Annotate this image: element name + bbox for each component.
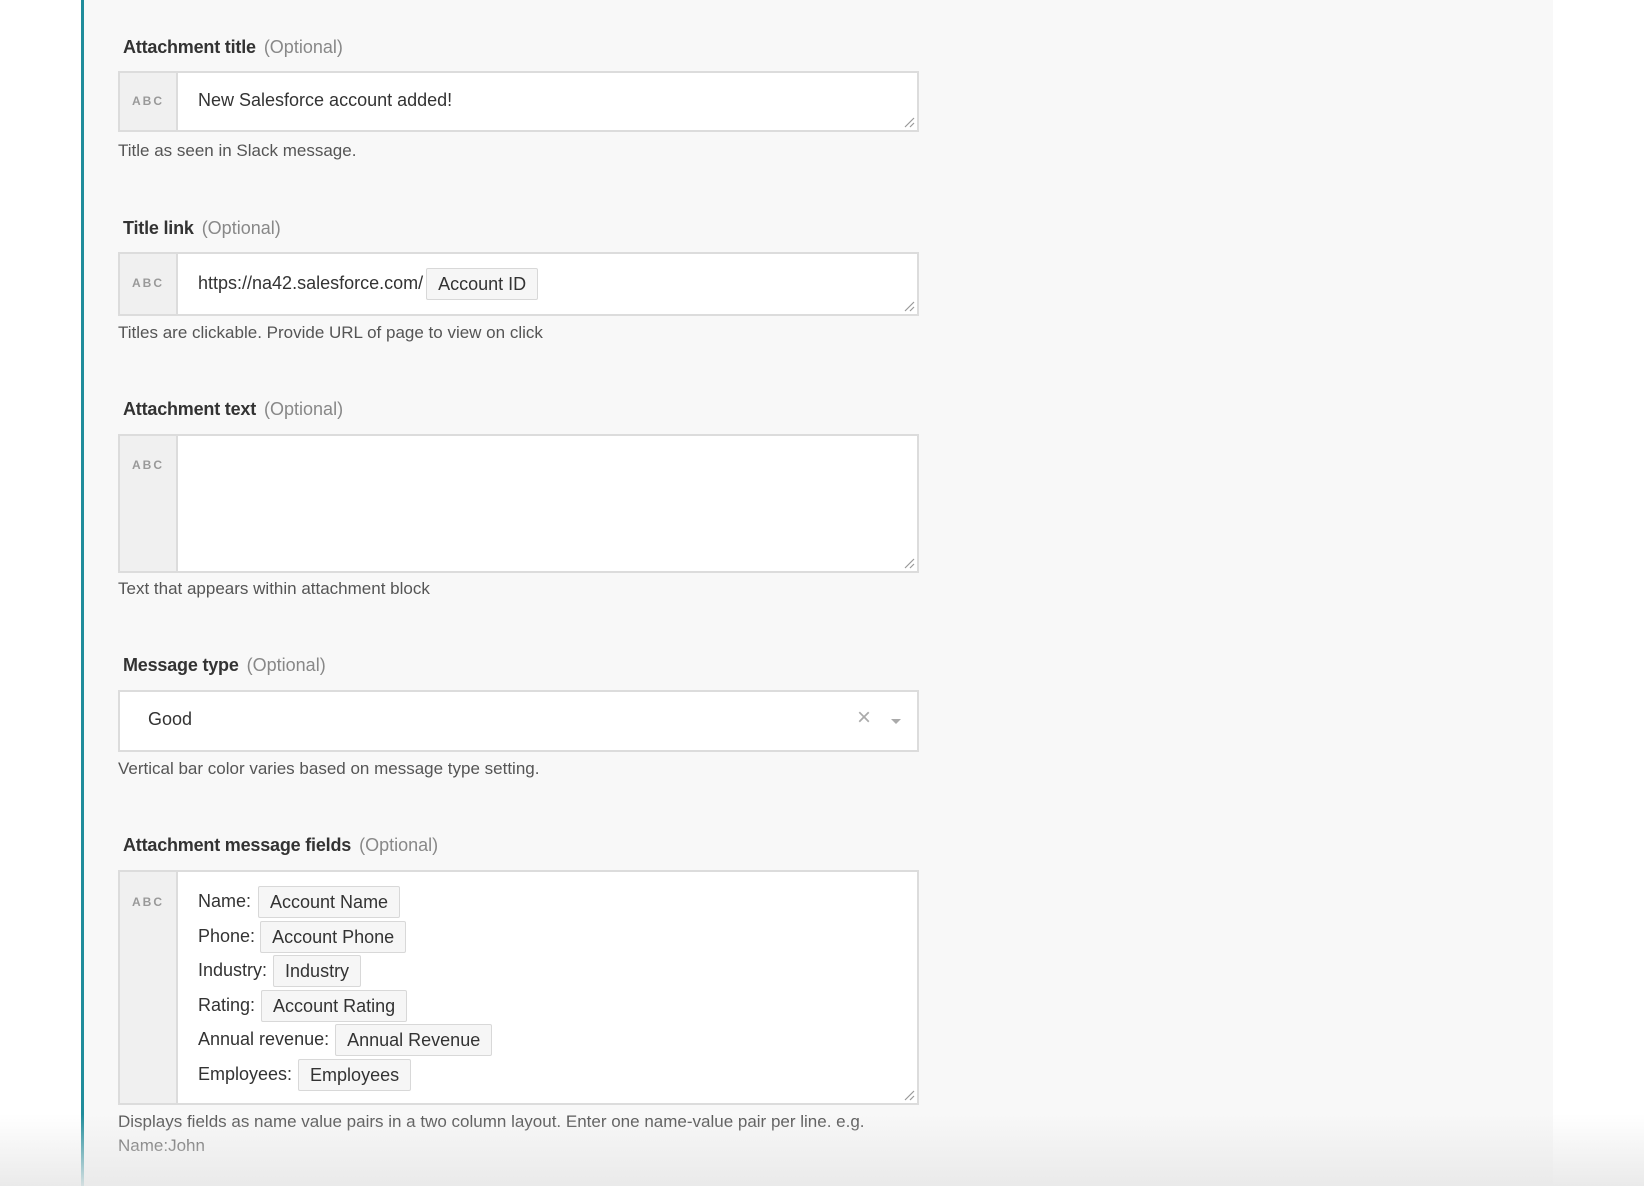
field-label: Attachment title: [123, 37, 256, 57]
kv-name: Annual revenue:: [198, 1029, 330, 1049]
variable-pill[interactable]: Account Name: [258, 886, 401, 919]
clear-icon[interactable]: ×: [857, 706, 871, 730]
abc-icon: ABC: [132, 94, 164, 108]
field-help: Displays fields as name value pairs in a…: [118, 1110, 865, 1158]
field-label-row: Title link (Optional): [123, 216, 281, 240]
resize-handle-icon[interactable]: [903, 300, 915, 312]
abc-icon: ABC: [132, 276, 164, 290]
input-value: New Salesforce account added!: [198, 90, 453, 110]
field-label-row: Attachment title (Optional): [123, 35, 343, 59]
input-value: Name: Account Name Phone: Account Phone In…: [198, 884, 493, 1092]
help-line: Name:John: [118, 1136, 205, 1155]
input-value: https://na42.salesforce.com/Account ID: [198, 268, 539, 300]
optional-tag: (Optional): [246, 655, 326, 675]
optional-tag: (Optional): [359, 835, 439, 855]
optional-tag: (Optional): [264, 399, 344, 419]
resize-handle-icon[interactable]: [903, 557, 915, 569]
field-label: Title link: [123, 218, 194, 238]
field-label: Message type: [123, 655, 239, 675]
optional-tag: (Optional): [201, 218, 281, 238]
attachment-text-input[interactable]: ABC: [118, 434, 919, 573]
url-prefix: https://na42.salesforce.com/: [198, 272, 424, 293]
variable-pill[interactable]: Account Rating: [261, 989, 408, 1022]
field-help: Text that appears within attachment bloc…: [118, 579, 430, 598]
help-line: Displays fields as name value pairs in a…: [118, 1112, 865, 1131]
field-label: Attachment text: [123, 399, 257, 419]
field-help: Title as seen in Slack message.: [118, 141, 357, 160]
attachment-title-input[interactable]: ABC New Salesforce account added!: [118, 71, 919, 132]
abc-icon: ABC: [132, 895, 164, 909]
title-link-input[interactable]: ABC https://na42.salesforce.com/Account …: [118, 252, 919, 316]
kv-line: Annual revenue: Annual Revenue: [198, 1022, 493, 1057]
resize-handle-icon[interactable]: [903, 1089, 915, 1101]
field-label-row: Attachment text (Optional): [123, 397, 343, 421]
variable-pill[interactable]: Annual Revenue: [335, 1024, 493, 1057]
kv-name: Rating:: [198, 994, 256, 1015]
text-type-badge: ABC: [120, 872, 178, 1103]
variable-pill[interactable]: Industry: [273, 955, 362, 988]
field-label-row: Message type (Optional): [123, 653, 326, 677]
variable-pill[interactable]: Account Phone: [260, 920, 407, 953]
selected-value: Good: [148, 709, 193, 729]
kv-line: Employees: Employees: [198, 1057, 492, 1092]
optional-tag: (Optional): [263, 37, 343, 57]
text-type-badge: ABC: [120, 73, 178, 130]
variable-pill[interactable]: Account ID: [426, 268, 539, 300]
variable-pill[interactable]: Employees: [298, 1058, 412, 1091]
kv-name: Phone:: [198, 925, 256, 946]
field-label-row: Attachment message fields (Optional): [123, 833, 438, 857]
field-label: Attachment message fields: [123, 835, 352, 855]
field-help: Vertical bar color varies based on messa…: [118, 759, 540, 778]
chevron-down-icon[interactable]: [891, 719, 901, 724]
kv-line: Phone: Account Phone: [198, 919, 492, 954]
attachment-message-fields-input[interactable]: ABC Name: Account Name Phone: Account Phon…: [118, 870, 919, 1105]
kv-line: Rating: Account Rating: [198, 988, 492, 1023]
text-type-badge: ABC: [120, 436, 178, 571]
kv-line: Industry: Industry: [198, 953, 492, 988]
abc-icon: ABC: [132, 458, 164, 472]
kv-name: Employees:: [198, 1063, 293, 1084]
page: Attachment title (Optional) ABC New Sales…: [0, 0, 1644, 1186]
message-type-select[interactable]: Good ×: [118, 690, 919, 752]
kv-name: Industry:: [198, 960, 268, 980]
text-type-badge: ABC: [120, 254, 178, 314]
resize-handle-icon[interactable]: [903, 116, 915, 128]
kv-name: Name:: [198, 891, 252, 911]
kv-line: Name: Account Name: [198, 884, 492, 919]
field-help: Titles are clickable. Provide URL of pag…: [118, 323, 543, 342]
